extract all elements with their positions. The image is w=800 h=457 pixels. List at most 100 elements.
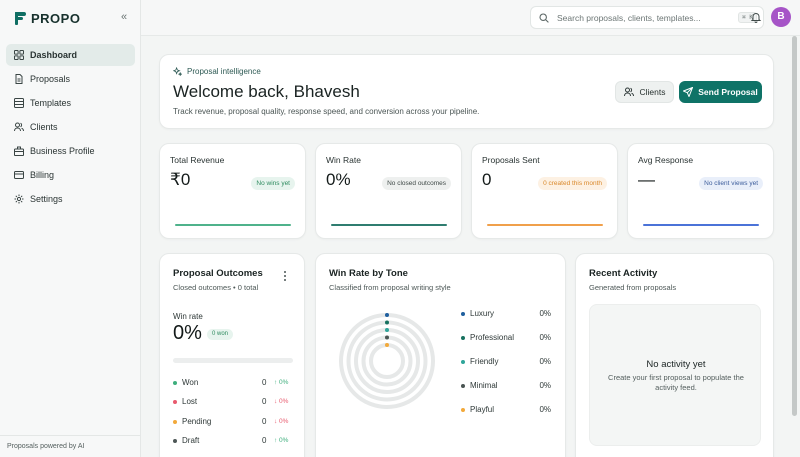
sidebar-item-label: Dashboard [30,50,78,60]
sparkline [175,224,291,226]
tone-name: Professional [470,333,515,342]
legend-dot [461,360,465,364]
tone-name: Friendly [470,357,499,366]
win-rate-label: Win rate [173,312,203,321]
tone-pct: 0% [539,405,551,414]
outcome-row-won: Won 0 ↑ 0% [173,377,293,389]
sparkles-icon [173,67,182,76]
panel-title: Recent Activity [589,268,658,279]
panel-subtitle: Classified from proposal writing style [329,283,451,292]
outcome-count: 0 [262,378,267,387]
sidebar-item-dashboard[interactable]: Dashboard [6,44,135,66]
tone-pct: 0% [539,381,551,390]
tone-pct: 0% [539,357,551,366]
tone-row-luxury: Luxury 0% [461,308,551,320]
scrollbar-thumb[interactable] [792,36,797,416]
send-proposal-label: Send Proposal [698,87,758,97]
sidebar-item-label: Business Profile [30,146,95,156]
avatar[interactable]: B [771,7,791,27]
radial-rings-chart [339,313,435,409]
win-rate-value: 0% [173,322,202,344]
template-icon [14,98,24,108]
outcome-row-pending: Pending 0 ↓ 0% [173,416,293,428]
panel-subtitle: Closed outcomes • 0 total [173,283,259,292]
card-icon [14,171,24,179]
outcome-name: Won [182,378,199,387]
outcome-name: Lost [182,397,198,406]
status-badge: No client views yet [699,177,763,190]
brand-logo[interactable]: PROPO [15,10,80,26]
stat-card-avg-response: Avg Response — No client views yet [627,143,774,239]
status-dot [173,381,177,385]
panel-title: Win Rate by Tone [329,268,408,279]
sidebar-item-settings[interactable]: Settings [6,188,135,210]
stat-card-win-rate: Win Rate 0% No closed outcomes [315,143,462,239]
collapse-sidebar-icon[interactable]: « [117,10,131,24]
gear-icon [14,194,24,204]
search-input[interactable]: Search proposals, clients, templates... … [530,6,764,29]
sparkline [331,224,447,226]
sidebar-item-billing[interactable]: Billing [6,164,135,186]
kicker-label: Proposal intelligence [187,67,261,76]
stat-value: 0 [482,170,492,189]
sidebar-item-label: Settings [30,194,63,204]
sidebar-item-proposals[interactable]: Proposals [6,68,135,90]
scrollbar[interactable] [792,36,798,416]
sidebar: PROPO « Dashboard Proposals Templates Cl… [0,0,141,457]
outcome-row-draft: Draft 0 ↑ 0% [173,435,293,447]
tone-name: Luxury [470,309,495,318]
outcome-name: Pending [182,417,212,426]
grid-icon [14,50,24,60]
file-icon [15,74,23,84]
sidebar-item-label: Proposals [30,74,71,84]
tone-row-professional: Professional 0% [461,332,551,344]
status-dot [173,420,177,424]
panel-title: Proposal Outcomes [173,268,263,279]
outcome-count: 0 [262,436,267,445]
outcome-name: Draft [182,436,200,445]
legend-dot [461,336,465,340]
outcome-delta: ↓ 0% [274,398,289,405]
more-options-icon[interactable] [284,271,287,281]
empty-state-subtitle: Create your first proposal to populate t… [608,373,744,392]
page-subtitle: Track revenue, proposal quality, respons… [173,107,480,116]
clients-button[interactable]: Clients [615,81,674,103]
brand-name: PROPO [31,10,81,26]
stat-label: Total Revenue [170,155,225,165]
users-icon [623,87,634,97]
stat-value: 0% [326,170,351,189]
recent-activity-card: Recent Activity Generated from proposals… [575,253,774,457]
legend-dot [461,408,465,412]
legend-dot [461,384,465,388]
outcome-delta: ↓ 0% [274,418,289,425]
legend-dot [461,312,465,316]
status-badge: No closed outcomes [382,177,451,190]
outcome-row-lost: Lost 0 ↓ 0% [173,396,293,408]
kicker: Proposal intelligence [173,67,261,76]
stat-label: Win Rate [326,155,361,165]
empty-state: No activity yet Create your first propos… [589,304,761,446]
send-icon [683,87,694,97]
send-proposal-button[interactable]: Send Proposal [679,81,762,103]
stat-value: — [638,170,655,189]
proposal-outcomes-card: Proposal Outcomes Closed outcomes • 0 to… [159,253,305,457]
tone-row-minimal: Minimal 0% [461,380,551,392]
panel-subtitle: Generated from proposals [589,283,677,292]
tone-pct: 0% [539,333,551,342]
building-icon [14,146,24,156]
stat-card-total-revenue: Total Revenue ₹0 No wins yet [159,143,306,239]
status-badge: 0 created this month [538,177,607,190]
bell-icon[interactable] [750,11,762,23]
outcome-delta: ↑ 0% [274,379,289,386]
sidebar-item-business-profile[interactable]: Business Profile [6,140,135,162]
status-dot [173,400,177,404]
sidebar-item-templates[interactable]: Templates [6,92,135,114]
status-badge: No wins yet [251,177,295,190]
sidebar-nav: Dashboard Proposals Templates Clients Bu… [6,44,135,212]
tone-row-playful: Playful 0% [461,404,551,416]
sidebar-item-clients[interactable]: Clients [6,116,135,138]
users-icon [14,122,24,132]
win-rate-progress [173,358,293,363]
search-placeholder: Search proposals, clients, templates... [557,12,701,23]
sparkline [487,224,603,226]
